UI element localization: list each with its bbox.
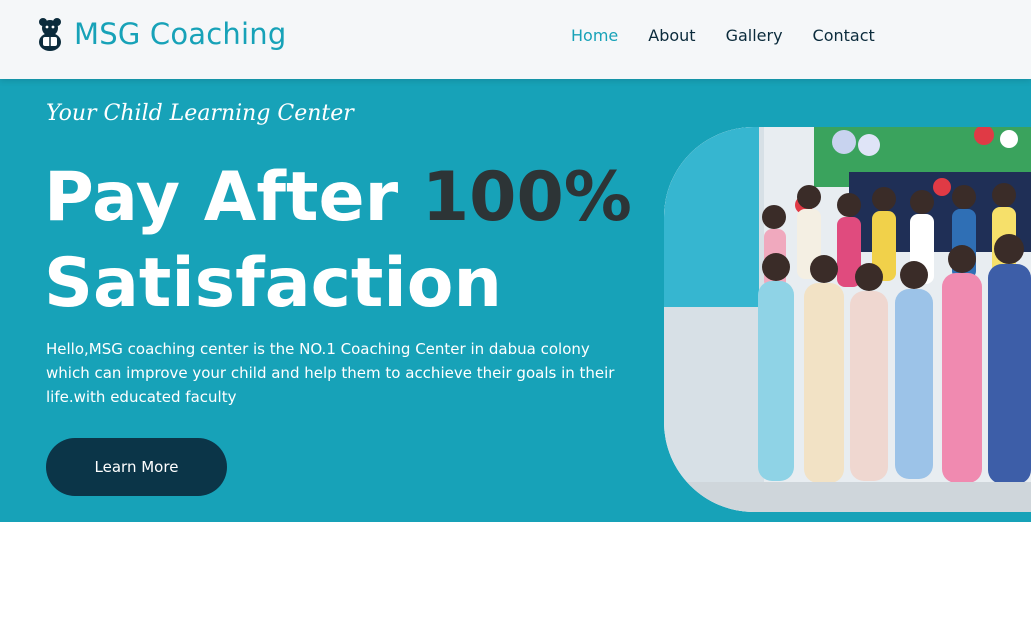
brand-name: MSG Coaching (74, 17, 287, 51)
hero-group-photo (664, 127, 1031, 512)
headline-part2: Satisfaction (44, 244, 502, 323)
nav-item-about[interactable]: About (648, 26, 695, 45)
hero-section: Your Child Learning Center Pay After 100… (0, 79, 1031, 522)
headline-part1: Pay After (44, 158, 422, 237)
navbar: MSG Coaching Home About Gallery Contact (0, 0, 1031, 79)
group-photo-image (664, 127, 1031, 512)
nav-item-gallery[interactable]: Gallery (726, 26, 783, 45)
nav-item-home[interactable]: Home (571, 26, 618, 45)
page-body-blank (0, 522, 1031, 618)
brand-logo-link[interactable]: MSG Coaching (36, 16, 286, 52)
nav-item-contact[interactable]: Contact (813, 26, 875, 45)
hero-tagline: Your Child Learning Center (46, 101, 354, 126)
headline-highlight: 100% (421, 158, 632, 237)
bear-logo-icon (39, 18, 61, 51)
hero-headline: Pay After 100% Satisfaction (44, 155, 644, 327)
main-nav: Home About Gallery Contact (571, 26, 875, 45)
learn-more-button[interactable]: Learn More (46, 438, 227, 496)
hero-description: Hello,MSG coaching center is the NO.1 Co… (46, 340, 615, 406)
